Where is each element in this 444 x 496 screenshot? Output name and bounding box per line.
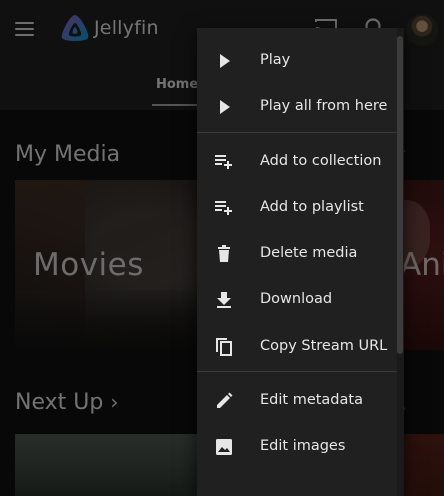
delete-icon	[218, 245, 230, 262]
context-menu: Play Play all from here Add to collectio…	[197, 28, 404, 496]
menu-item-download[interactable]: Download	[197, 277, 397, 323]
menu-item-label: Edit images	[260, 438, 346, 454]
edit-icon	[217, 392, 233, 408]
menu-item-label: Delete media	[260, 245, 358, 261]
menu-divider	[197, 371, 397, 372]
play-icon	[220, 54, 230, 68]
menu-item-add-to-playlist[interactable]: Add to playlist	[197, 185, 397, 231]
menu-item-add-to-collection[interactable]: Add to collection	[197, 139, 397, 185]
menu-item-label: Add to playlist	[260, 199, 364, 215]
menu-item-label: Add to collection	[260, 153, 382, 169]
menu-scrollbar-thumb[interactable]	[397, 36, 403, 354]
download-icon	[217, 292, 231, 308]
menu-item-delete-media[interactable]: Delete media	[197, 231, 397, 277]
copy-icon	[216, 338, 232, 356]
playlist-add-icon	[215, 155, 232, 169]
menu-item-label: Edit metadata	[260, 392, 363, 408]
menu-item-label: Play all from here	[260, 98, 388, 114]
menu-item-copy-stream-url[interactable]: Copy Stream URL	[197, 324, 397, 370]
menu-item-edit-images[interactable]: Edit images	[197, 424, 397, 470]
menu-divider	[197, 132, 397, 133]
menu-item-play[interactable]: Play	[197, 38, 397, 84]
play-icon	[220, 100, 230, 114]
playlist-add-icon	[215, 201, 232, 215]
menu-item-label: Download	[260, 291, 333, 307]
menu-item-label: Play	[260, 52, 291, 68]
menu-item-play-all-from-here[interactable]: Play all from here	[197, 84, 397, 130]
menu-item-edit-metadata[interactable]: Edit metadata	[197, 378, 397, 424]
menu-item-label: Copy Stream URL	[260, 338, 388, 354]
image-icon	[216, 439, 232, 455]
